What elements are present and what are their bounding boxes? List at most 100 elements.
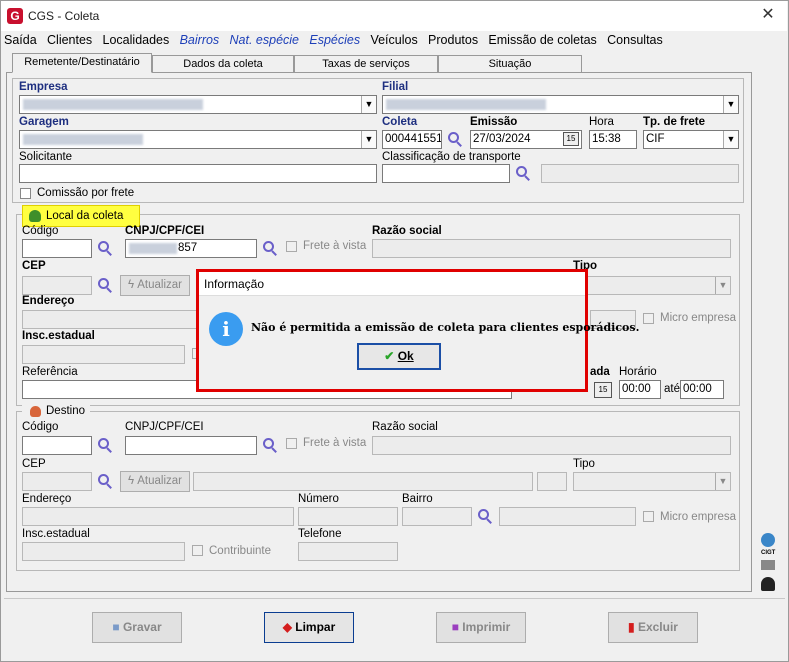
search-icon[interactable] [97,277,114,294]
search-icon[interactable] [447,131,464,148]
menu-consultas[interactable]: Consultas [607,33,663,47]
comissao-checkbox[interactable] [20,188,31,199]
destino-frete-vista-checkbox[interactable] [286,438,297,449]
menu-bairros[interactable]: Bairros [180,33,220,47]
origem-horario-label: Horário [619,366,657,378]
origem-atualizar-button[interactable]: ϟ Atualizar [120,275,190,296]
destino-bairro-desc [499,507,636,526]
empresa-label: Empresa [19,81,68,93]
tp-frete-select[interactable]: CIF ▼ [643,130,739,149]
menu-veiculos[interactable]: Veículos [370,33,417,47]
tab-taxas[interactable]: Taxas de serviços [294,55,438,73]
calendar-icon[interactable]: 15 [594,382,612,398]
destino-endereco-label: Endereço [22,493,72,505]
destino-bairro-label: Bairro [402,493,433,505]
tab-remetente[interactable]: Remetente/Destinatário [12,53,152,73]
window-title: CGS - Coleta [28,9,100,23]
destino-insc-field [22,542,185,561]
excluir-button[interactable]: ▮ Excluir [608,612,698,643]
tab-dados-coleta[interactable]: Dados da coleta [152,55,294,73]
menu-especies[interactable]: Espécies [309,33,360,47]
origem-razao-label: Razão social [372,225,442,237]
origem-cnpj-label: CNPJ/CPF/CEI [125,225,205,237]
destino-group-label: Destino [22,405,90,419]
origem-tipo-select: ▼ [573,276,731,295]
hora-input[interactable]: 15:38 [589,130,637,149]
origem-horario-de-input[interactable]: 00:00 [619,380,661,399]
garagem-label: Garagem [19,116,69,128]
solicitante-input[interactable] [19,164,377,183]
search-icon[interactable] [477,508,494,525]
emissao-label: Emissão [470,116,518,128]
imprimir-button[interactable]: ■ Imprimir [436,612,526,643]
user-icon[interactable] [761,577,775,591]
origem-frete-vista-checkbox[interactable] [286,241,297,252]
chevron-down-icon: ▼ [723,131,738,148]
destino-uf-field [537,472,567,491]
hora-label: Hora [589,116,614,128]
close-icon[interactable]: ✕ [756,5,780,25]
destino-codigo-input[interactable] [22,436,92,455]
origem-horario-ate-input[interactable]: 00:00 [680,380,724,399]
search-icon[interactable] [97,437,114,454]
printer-icon: ■ [451,620,463,634]
filial-label: Filial [382,81,409,93]
origem-codigo-input[interactable] [22,239,92,258]
destino-telefone-field [298,542,398,561]
origem-razao-field [372,239,731,258]
destino-cep-field [22,472,92,491]
destino-micro-checkbox[interactable] [643,511,654,522]
search-icon[interactable] [97,240,114,257]
origem-endereco-label: Endereço [22,295,75,307]
limpar-button[interactable]: ◆ Limpar [264,612,354,643]
origem-micro-checkbox[interactable] [643,313,654,324]
origem-ate-label: até [664,383,680,395]
menu-emissao-coletas[interactable]: Emissão de coletas [488,33,596,47]
solicitante-label: Solicitante [19,151,73,163]
destino-contribuinte-label: Contribuinte [209,545,272,557]
menu-saida[interactable]: Saída [4,33,37,47]
dialog-message: Não é permitida a emissão de coleta para… [251,321,640,334]
globe-icon[interactable] [761,533,775,547]
tab-situacao[interactable]: Situação [438,55,582,73]
classif-desc [541,164,739,183]
search-icon[interactable] [515,165,532,182]
destino-codigo-label: Código [22,421,59,433]
origem-insc-label: Insc.estadual [22,330,95,342]
gravar-button[interactable]: ■ Gravar [92,612,182,643]
bar-icon[interactable] [761,560,775,570]
garagem-select[interactable]: ▼ [19,130,377,149]
emissao-input[interactable]: 27/03/2024 15 [470,130,582,149]
search-icon[interactable] [262,437,279,454]
destino-razao-field [372,436,731,455]
dialog-title: Informação [199,272,585,296]
classif-input[interactable] [382,164,510,183]
empresa-select[interactable]: ▼ [19,95,377,114]
menu-nat-especie[interactable]: Nat. espécie [230,33,299,47]
destino-tipo-select: ▼ [573,472,731,491]
info-icon: i [209,312,243,346]
destino-cep-label: CEP [22,458,46,470]
tp-frete-label: Tp. de frete [643,116,705,128]
origem-codigo-label: Código [22,225,59,237]
menu-localidades[interactable]: Localidades [103,33,170,47]
origem-chegada-label: ada [590,366,610,378]
destino-cnpj-input[interactable] [125,436,257,455]
filial-select[interactable]: ▼ [382,95,739,114]
origem-cnpj-input[interactable]: 857 [125,239,257,258]
calendar-icon[interactable]: 15 [563,132,579,146]
menu-produtos[interactable]: Produtos [428,33,478,47]
search-icon[interactable] [262,240,279,257]
destino-frete-vista-label: Frete à vista [303,437,367,449]
destino-atualizar-button[interactable]: ϟ Atualizar [120,471,190,492]
menu-clientes[interactable]: Clientes [47,33,92,47]
destino-contribuinte-checkbox[interactable] [192,545,203,556]
origem-referencia-label: Referência [22,366,78,378]
origem-cep-label: CEP [22,260,46,272]
search-icon[interactable] [97,473,114,490]
title-bar [1,1,787,31]
destino-telefone-label: Telefone [298,528,342,540]
ok-button[interactable]: ✔ Ok [357,343,441,370]
destino-endereco-field [22,507,294,526]
coleta-input[interactable]: 000441551 [382,130,442,149]
